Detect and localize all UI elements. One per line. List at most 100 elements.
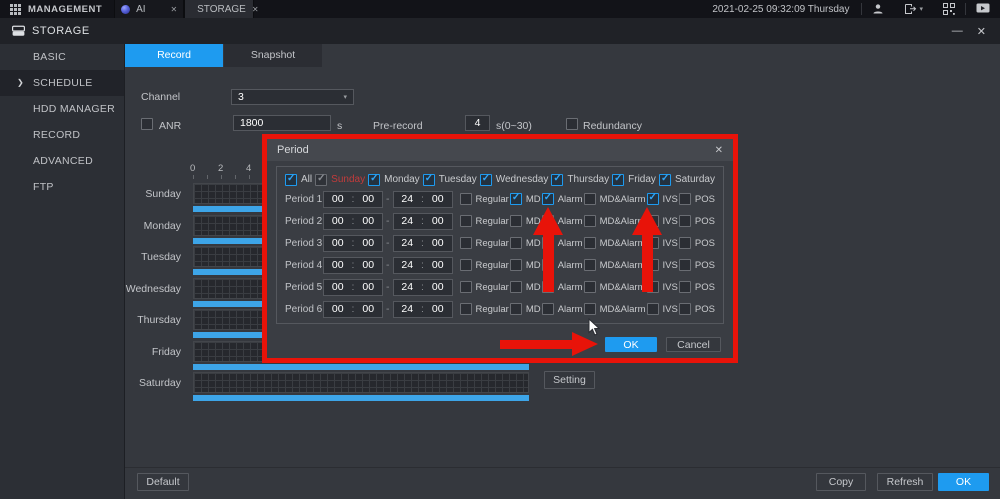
refresh-button[interactable]: Refresh: [877, 473, 933, 491]
copy-button[interactable]: Copy: [816, 473, 866, 491]
end-time-field[interactable]: 24:00: [393, 213, 453, 230]
tab-storage-close-icon[interactable]: ✕: [252, 5, 259, 14]
checkbox-day-sunday[interactable]: [315, 174, 327, 186]
checkbox-ivs[interactable]: [647, 193, 659, 205]
anr-input[interactable]: 1800: [233, 115, 331, 131]
checkbox-regular[interactable]: [460, 281, 472, 293]
checkbox-pos[interactable]: [679, 281, 691, 293]
checkbox-md[interactable]: [510, 303, 522, 315]
sidebar-item-basic[interactable]: BASIC: [0, 44, 124, 70]
checkbox-md[interactable]: [510, 215, 522, 227]
anr-checkbox[interactable]: [141, 118, 153, 130]
checkbox-day-all[interactable]: [285, 174, 297, 186]
checkbox-md[interactable]: [510, 281, 522, 293]
checkbox-md[interactable]: [510, 259, 522, 271]
start-time-field[interactable]: 00:00: [323, 279, 383, 296]
sidebar-item-schedule[interactable]: ❯SCHEDULE: [0, 70, 124, 96]
ok-button[interactable]: OK: [938, 473, 989, 491]
day-toggle-monday[interactable]: Monday: [368, 174, 420, 186]
default-button[interactable]: Default: [137, 473, 189, 491]
end-time-field[interactable]: 24:00: [393, 191, 453, 208]
day-toggle-all[interactable]: All: [285, 174, 312, 186]
checkbox-regular[interactable]: [460, 237, 472, 249]
checkbox-pos[interactable]: [679, 303, 691, 315]
option-pos[interactable]: POS: [679, 303, 715, 315]
tab-ai-close-icon[interactable]: ✕: [170, 5, 177, 14]
checkbox-day-tuesday[interactable]: [423, 174, 435, 186]
tab-record-subpage[interactable]: Record: [125, 44, 223, 67]
checkbox-md-alarm[interactable]: [584, 281, 596, 293]
end-time-field[interactable]: 24:00: [393, 257, 453, 274]
day-toggle-friday[interactable]: Friday: [612, 174, 656, 186]
day-toggle-wednesday[interactable]: Wednesday: [480, 174, 549, 186]
option-pos[interactable]: POS: [679, 237, 715, 249]
checkbox-pos[interactable]: [679, 193, 691, 205]
option-alarm[interactable]: Alarm: [542, 193, 583, 205]
option-regular[interactable]: Regular: [460, 281, 509, 293]
pre-record-input[interactable]: 4: [465, 115, 490, 131]
checkbox-regular[interactable]: [460, 303, 472, 315]
day-toggle-sunday[interactable]: Sunday: [315, 174, 365, 186]
tab-ai[interactable]: AI ✕: [114, 0, 184, 18]
start-time-field[interactable]: 00:00: [323, 257, 383, 274]
redundancy-checkbox[interactable]: [566, 118, 578, 130]
preview-button[interactable]: [966, 3, 1000, 15]
option-ivs[interactable]: IVS: [647, 193, 678, 205]
day-toggle-tuesday[interactable]: Tuesday: [423, 174, 477, 186]
schedule-band[interactable]: [193, 372, 529, 393]
checkbox-pos[interactable]: [679, 259, 691, 271]
checkbox-alarm[interactable]: [542, 193, 554, 205]
option-regular[interactable]: Regular: [460, 237, 509, 249]
period-ok-button[interactable]: OK: [605, 337, 657, 352]
checkbox-ivs[interactable]: [647, 303, 659, 315]
qr-code-button[interactable]: [933, 3, 965, 15]
start-time-field[interactable]: 00:00: [323, 213, 383, 230]
period-dialog-close-icon[interactable]: ✕: [715, 145, 723, 156]
checkbox-md-alarm[interactable]: [584, 303, 596, 315]
option-pos[interactable]: POS: [679, 215, 715, 227]
management-launcher[interactable]: MANAGEMENT: [0, 0, 114, 18]
tab-snapshot-subpage[interactable]: Snapshot: [224, 44, 322, 67]
close-icon[interactable]: ✕: [977, 25, 986, 38]
checkbox-pos[interactable]: [679, 237, 691, 249]
checkbox-md[interactable]: [510, 193, 522, 205]
option-regular[interactable]: Regular: [460, 303, 509, 315]
end-time-field[interactable]: 24:00: [393, 279, 453, 296]
period-cancel-button[interactable]: Cancel: [666, 337, 721, 352]
option-pos[interactable]: POS: [679, 259, 715, 271]
channel-dropdown[interactable]: 3 ▾: [231, 89, 354, 105]
checkbox-day-friday[interactable]: [612, 174, 624, 186]
end-time-field[interactable]: 24:00: [393, 301, 453, 318]
checkbox-regular[interactable]: [460, 259, 472, 271]
minimize-icon[interactable]: —: [952, 25, 963, 37]
option-pos[interactable]: POS: [679, 281, 715, 293]
start-time-field[interactable]: 00:00: [323, 235, 383, 252]
sidebar-item-advanced[interactable]: ADVANCED: [0, 148, 124, 174]
logout-button[interactable]: ▾: [894, 3, 933, 15]
checkbox-day-saturday[interactable]: [659, 174, 671, 186]
option-regular[interactable]: Regular: [460, 215, 509, 227]
checkbox-md-alarm[interactable]: [584, 259, 596, 271]
checkbox-regular[interactable]: [460, 215, 472, 227]
option-md[interactable]: MD: [510, 193, 541, 205]
saturday-setting-button[interactable]: Setting: [544, 371, 595, 389]
checkbox-md-alarm[interactable]: [584, 215, 596, 227]
day-toggle-saturday[interactable]: Saturday: [659, 174, 715, 186]
option-regular[interactable]: Regular: [460, 259, 509, 271]
option-md-alarm[interactable]: MD&Alarm: [584, 193, 646, 205]
start-time-field[interactable]: 00:00: [323, 301, 383, 318]
option-alarm[interactable]: Alarm: [542, 303, 583, 315]
tab-storage[interactable]: STORAGE ✕: [184, 0, 254, 18]
checkbox-day-thursday[interactable]: [551, 174, 563, 186]
sidebar-item-hdd-manager[interactable]: HDD MANAGER: [0, 96, 124, 122]
schedule-row-saturday[interactable]: [193, 372, 529, 401]
checkbox-day-monday[interactable]: [368, 174, 380, 186]
sidebar-item-ftp[interactable]: FTP: [0, 174, 124, 200]
checkbox-alarm[interactable]: [542, 303, 554, 315]
sidebar-item-record[interactable]: RECORD: [0, 122, 124, 148]
end-time-field[interactable]: 24:00: [393, 235, 453, 252]
checkbox-md[interactable]: [510, 237, 522, 249]
option-regular[interactable]: Regular: [460, 193, 509, 205]
checkbox-pos[interactable]: [679, 215, 691, 227]
checkbox-day-wednesday[interactable]: [480, 174, 492, 186]
